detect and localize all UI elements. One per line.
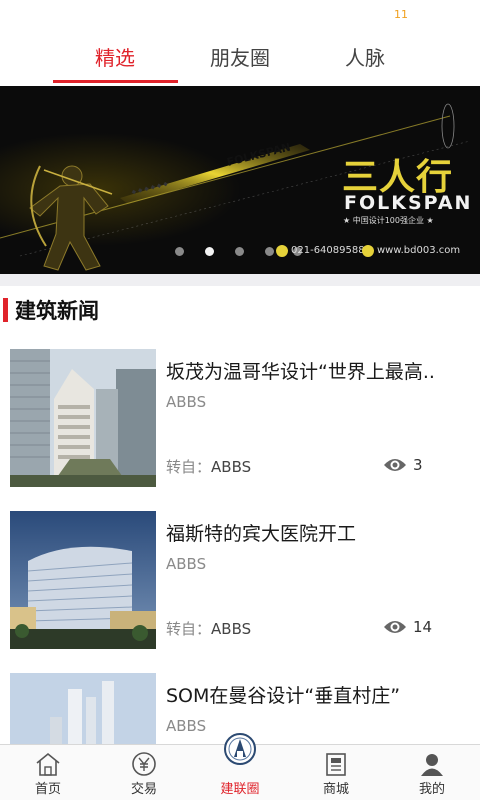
status-bar: 11 bbox=[0, 0, 480, 30]
emblem-icon bbox=[224, 733, 256, 765]
news-repost: 转自：ABBS bbox=[166, 618, 251, 639]
banner-phone: 021-64089588 bbox=[291, 245, 365, 256]
news-list-item[interactable]: 福斯特的宾大医院开工 ABBS 转自：ABBS 14 bbox=[0, 511, 480, 673]
section-header: 建筑新闻 bbox=[0, 286, 480, 334]
nav-label: 商城 bbox=[322, 782, 349, 797]
news-thumbnail bbox=[10, 349, 156, 487]
news-title[interactable]: SOM在曼谷设计“垂直村庄” bbox=[166, 681, 466, 708]
nav-home[interactable]: 首页 bbox=[0, 745, 96, 800]
yuan-icon bbox=[132, 752, 156, 776]
news-list-item[interactable]: 坂茂为温哥华设计“世界上最高.. ABBS 转自：ABBS 3 bbox=[0, 349, 480, 511]
news-thumbnail bbox=[10, 511, 156, 649]
view-count: 3 bbox=[413, 456, 423, 474]
tab-contacts[interactable]: 人脉 bbox=[310, 42, 420, 71]
phone-icon bbox=[276, 245, 288, 257]
nav-jianlianquan[interactable]: 建联圈 bbox=[192, 733, 288, 800]
user-icon bbox=[421, 754, 443, 776]
news-source: ABBS bbox=[166, 555, 207, 573]
nav-label: 首页 bbox=[34, 782, 61, 797]
nav-mall[interactable]: 商城 bbox=[288, 745, 384, 800]
newspaper-icon bbox=[326, 753, 346, 776]
bottom-nav-bar: 首页 交易 建联圈 商城 我的 bbox=[0, 733, 480, 800]
section-title: 建筑新闻 bbox=[15, 299, 99, 323]
news-title[interactable]: 福斯特的宾大医院开工 bbox=[166, 519, 466, 546]
eye-icon bbox=[384, 459, 406, 471]
top-tab-bar: 精选 朋友圈 人脉 bbox=[0, 30, 480, 86]
active-tab-indicator bbox=[53, 80, 178, 83]
carousel-dot[interactable] bbox=[265, 247, 274, 256]
home-icon bbox=[36, 752, 60, 776]
news-repost: 转自：ABBS bbox=[166, 456, 251, 477]
carousel-dot[interactable] bbox=[205, 247, 214, 256]
section-accent-bar bbox=[3, 298, 8, 322]
banner-url: www.bd003.com bbox=[377, 245, 461, 256]
globe-icon bbox=[362, 245, 374, 257]
section-divider bbox=[0, 274, 480, 286]
news-source: ABBS bbox=[166, 393, 207, 411]
nav-label: 我的 bbox=[418, 782, 445, 797]
banner-brand-en: FOLKSPAN bbox=[344, 192, 473, 214]
tab-moments[interactable]: 朋友圈 bbox=[185, 42, 295, 71]
repost-prefix: 转自： bbox=[166, 458, 212, 476]
repost-source: ABBS bbox=[211, 458, 252, 476]
repost-prefix: 转自： bbox=[166, 620, 212, 638]
banner-slogan: ★ 中国设计100强企业 ★ bbox=[343, 216, 434, 225]
carousel-dot[interactable] bbox=[235, 247, 244, 256]
eye-icon bbox=[384, 621, 406, 633]
tab-featured[interactable]: 精选 bbox=[60, 42, 170, 71]
notification-count: 11 bbox=[394, 8, 408, 21]
nav-mine[interactable]: 我的 bbox=[384, 745, 480, 800]
nav-label: 建联圈 bbox=[220, 782, 260, 797]
carousel-dot[interactable] bbox=[175, 247, 184, 256]
nav-label: 交易 bbox=[130, 782, 157, 797]
repost-source: ABBS bbox=[211, 620, 252, 638]
news-thumbnail bbox=[10, 673, 156, 744]
nav-trade[interactable]: 交易 bbox=[96, 745, 192, 800]
news-source: ABBS bbox=[166, 717, 207, 735]
news-title[interactable]: 坂茂为温哥华设计“世界上最高.. bbox=[166, 357, 466, 384]
view-count: 14 bbox=[413, 618, 433, 636]
banner-carousel[interactable]: FOLKSPAN ◆ ◆ ◆ ◆ ◆ ◆ 三人行 FOLKSPAN ★ 中国设计… bbox=[0, 86, 480, 274]
